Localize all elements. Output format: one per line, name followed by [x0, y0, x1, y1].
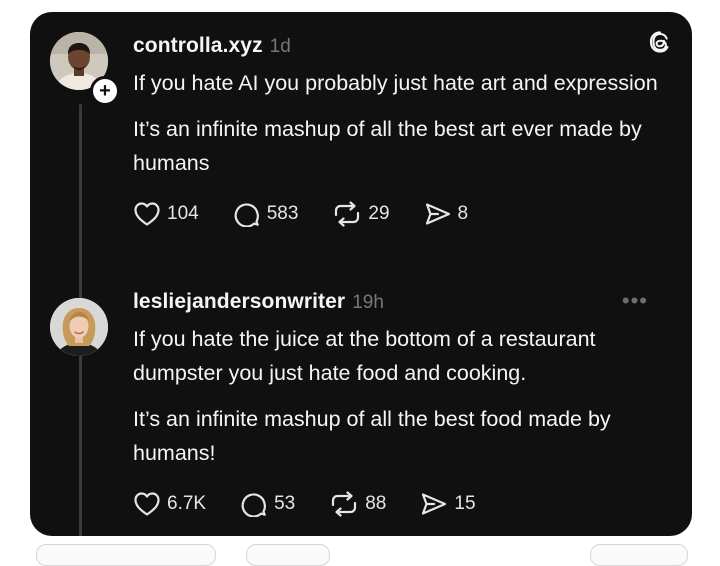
like-button[interactable]: 104	[133, 201, 199, 227]
reply-button[interactable]: 583	[233, 201, 299, 227]
share-count: 8	[457, 203, 469, 224]
background-pill	[36, 544, 216, 566]
post-header: lesliejandersonwriter 19h	[133, 290, 670, 318]
repost-count: 29	[368, 203, 390, 224]
post-actions: 6.7K 53 88 15	[133, 491, 670, 517]
post-header: controlla.xyz 1d	[133, 34, 670, 62]
reply-button[interactable]: 53	[240, 491, 295, 517]
post-paragraph: If you hate AI you probably just hate ar…	[133, 71, 658, 95]
reply-count: 53	[274, 493, 296, 514]
timestamp: 1d	[269, 36, 291, 57]
repost-icon	[332, 491, 357, 517]
comment-icon	[241, 493, 267, 517]
repost-button[interactable]: 29	[332, 201, 390, 227]
post-actions: 104 583 29 8	[133, 201, 670, 227]
comment-icon	[234, 203, 259, 227]
share-button[interactable]: 15	[420, 491, 476, 517]
username[interactable]: lesliejandersonwriter	[133, 290, 345, 314]
like-button[interactable]: 6.7K	[133, 491, 206, 517]
heart-icon	[134, 492, 160, 516]
repost-button[interactable]: 88	[329, 491, 386, 517]
repost-count: 88	[365, 493, 387, 514]
send-icon	[422, 493, 447, 515]
thread-post: controlla.xyz 1d If you hate AI you prob…	[133, 34, 670, 227]
post-paragraph: It’s an infinite mashup of all the best …	[133, 407, 611, 465]
background-pill	[246, 544, 330, 566]
like-count: 6.7K	[167, 493, 207, 514]
thread-post: ••• lesliejandersonwriter 19h If you hat…	[133, 288, 670, 517]
more-options-icon[interactable]: •••	[622, 288, 648, 314]
reply-count: 583	[266, 203, 299, 224]
share-count: 15	[454, 493, 476, 514]
like-count: 104	[167, 203, 199, 224]
avatar[interactable]	[50, 298, 108, 356]
send-icon	[425, 203, 450, 225]
follow-plus-icon[interactable]: +	[90, 76, 120, 106]
repost-icon	[335, 201, 360, 227]
background-pill	[590, 544, 688, 566]
username[interactable]: controlla.xyz	[133, 34, 263, 58]
threads-card: + controlla.xyz 1d If you hate AI you pr…	[30, 12, 692, 536]
timestamp: 19h	[352, 292, 384, 313]
post-paragraph: If you hate the juice at the bottom of a…	[133, 327, 596, 385]
heart-icon	[134, 202, 160, 226]
post-paragraph: It’s an infinite mashup of all the best …	[133, 117, 642, 175]
share-button[interactable]: 8	[424, 201, 469, 227]
